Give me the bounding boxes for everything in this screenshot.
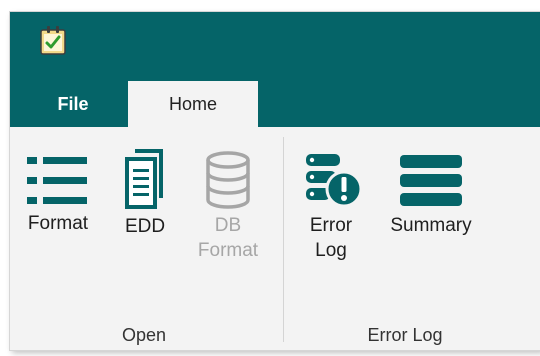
group-divider: [283, 137, 284, 342]
db-format-button[interactable]: DB Format: [188, 151, 268, 263]
group-label-open: Open: [121, 325, 167, 345]
edd-button-label: EDD: [124, 216, 166, 237]
list-format-icon: [27, 157, 87, 204]
ribbon-panel: Format EDD DB Format Error Log Summary O…: [10, 127, 540, 350]
group-label-error-log: Error Log: [367, 325, 443, 345]
edd-button[interactable]: EDD: [112, 148, 178, 239]
db-format-label-line2: Format: [197, 240, 259, 261]
format-button-label: Format: [27, 213, 89, 234]
title-bar: File Home: [10, 12, 540, 127]
app-window: File Home Format EDD DB Format Error Log…: [10, 12, 540, 350]
tab-file[interactable]: File: [28, 82, 118, 127]
edd-documents-icon: [125, 149, 163, 209]
error-log-label-line1: Error: [309, 215, 353, 236]
error-log-label-line2: Log: [315, 240, 347, 261]
summary-button-label: Summary: [390, 215, 472, 236]
db-format-label-line1: DB: [214, 215, 242, 236]
database-icon: [206, 151, 250, 209]
app-logo-icon: [40, 26, 66, 55]
summary-icon: [400, 155, 462, 206]
error-log-button[interactable]: Error Log: [296, 151, 366, 263]
tab-file-label: File: [57, 94, 89, 114]
summary-button[interactable]: Summary: [378, 153, 484, 238]
tab-home-label: Home: [168, 93, 217, 114]
tab-home[interactable]: Home: [128, 81, 258, 127]
error-log-icon: [306, 154, 362, 208]
format-button[interactable]: Format: [16, 155, 100, 236]
